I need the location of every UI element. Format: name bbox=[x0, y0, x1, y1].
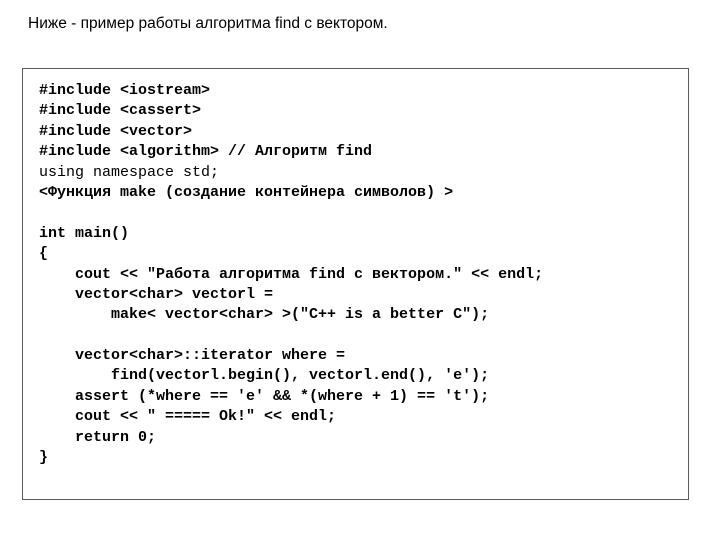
code-line: #include <algorithm> // Алгоритм find bbox=[39, 143, 373, 161]
code-line: cout << " ===== Ok!" << endl; bbox=[39, 408, 337, 426]
code-line: int main() bbox=[39, 224, 130, 242]
code-line: assert (*where == 'e' && *(where + 1) ==… bbox=[39, 387, 490, 405]
code-line: cout << "Работа алгоритма find с векторо… bbox=[39, 265, 544, 283]
code-line: return 0; bbox=[39, 428, 157, 446]
code-line: #include <cassert> bbox=[39, 102, 202, 120]
code-line: #include <iostream> bbox=[39, 82, 211, 99]
code-line: vector<char>::iterator where = bbox=[39, 347, 346, 365]
code-line: using namespace std; bbox=[39, 163, 220, 181]
code-listing-frame: #include <iostream> #include <cassert> #in… bbox=[22, 68, 689, 500]
code-listing: #include <iostream> #include <cassert> #in… bbox=[39, 81, 684, 468]
slide-canvas: Ниже - пример работы алгоритма find с ве… bbox=[0, 0, 720, 540]
code-line: make< vector<char> >("C++ is a better C"… bbox=[39, 306, 490, 324]
code-line: <Функция make (создание контейнера симво… bbox=[39, 183, 454, 201]
code-line: { bbox=[39, 245, 49, 263]
code-line: } bbox=[39, 449, 49, 467]
code-line: find(vectorl.begin(), vectorl.end(), 'e'… bbox=[39, 367, 490, 385]
code-line: #include <vector> bbox=[39, 122, 193, 140]
code-line: vector<char> vectorl = bbox=[39, 285, 274, 303]
page-title: Ниже - пример работы алгоритма find с ве… bbox=[28, 15, 388, 32]
